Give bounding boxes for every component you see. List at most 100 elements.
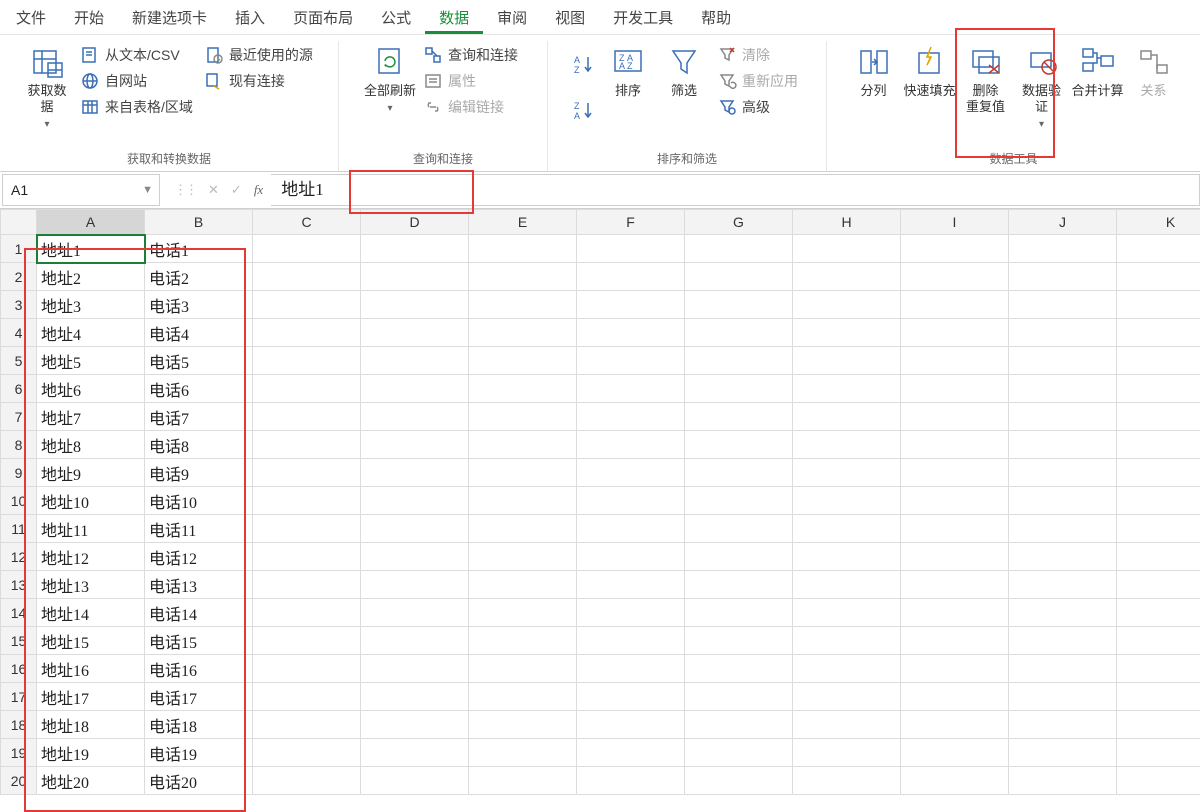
from-table-button[interactable]: 来自表格/区域 xyxy=(77,95,197,119)
cell[interactable]: 地址2 xyxy=(37,263,145,291)
cell[interactable]: 电话3 xyxy=(145,291,253,319)
cell[interactable] xyxy=(469,291,577,319)
cell[interactable] xyxy=(361,543,469,571)
cell[interactable] xyxy=(469,599,577,627)
menu-帮助[interactable]: 帮助 xyxy=(687,1,745,34)
row-header-16[interactable]: 16 xyxy=(1,655,37,683)
select-all-corner[interactable] xyxy=(1,210,37,235)
cell[interactable] xyxy=(361,571,469,599)
cell[interactable] xyxy=(685,403,793,431)
row-header-4[interactable]: 4 xyxy=(1,319,37,347)
cell[interactable] xyxy=(577,711,685,739)
cell[interactable] xyxy=(469,459,577,487)
get-data-button[interactable]: 获取数 据 ▾ xyxy=(19,41,75,137)
cell[interactable] xyxy=(577,543,685,571)
cell[interactable] xyxy=(685,375,793,403)
cell[interactable] xyxy=(469,711,577,739)
row-header-8[interactable]: 8 xyxy=(1,431,37,459)
cell[interactable] xyxy=(361,431,469,459)
col-header-H[interactable]: H xyxy=(793,210,901,235)
cell[interactable] xyxy=(253,235,361,263)
cell[interactable] xyxy=(901,319,1009,347)
cell[interactable] xyxy=(1117,515,1200,543)
existing-connections-button[interactable]: 现有连接 xyxy=(201,69,317,93)
cell[interactable] xyxy=(253,627,361,655)
cell[interactable] xyxy=(361,711,469,739)
refresh-all-button[interactable]: 全部刷新 ▾ xyxy=(362,41,418,121)
cell[interactable] xyxy=(469,655,577,683)
cell[interactable] xyxy=(1117,767,1200,795)
sort-asc-button[interactable]: AZ xyxy=(572,54,598,76)
row-header-2[interactable]: 2 xyxy=(1,263,37,291)
cell[interactable]: 地址19 xyxy=(37,739,145,767)
cell[interactable] xyxy=(685,711,793,739)
cell[interactable] xyxy=(577,375,685,403)
cell[interactable] xyxy=(901,739,1009,767)
cell[interactable] xyxy=(253,543,361,571)
cell[interactable]: 地址4 xyxy=(37,319,145,347)
cell[interactable] xyxy=(253,347,361,375)
cell[interactable] xyxy=(901,543,1009,571)
cell[interactable] xyxy=(685,319,793,347)
cell[interactable] xyxy=(253,683,361,711)
cell[interactable] xyxy=(1009,515,1117,543)
cell[interactable] xyxy=(793,403,901,431)
cell[interactable] xyxy=(577,319,685,347)
cell[interactable] xyxy=(793,571,901,599)
cell[interactable]: 地址10 xyxy=(37,487,145,515)
cell[interactable] xyxy=(1009,319,1117,347)
cell[interactable] xyxy=(793,235,901,263)
cell[interactable]: 电话11 xyxy=(145,515,253,543)
cell[interactable] xyxy=(1009,627,1117,655)
col-header-J[interactable]: J xyxy=(1009,210,1117,235)
cell[interactable] xyxy=(469,571,577,599)
cell[interactable] xyxy=(577,431,685,459)
cell[interactable] xyxy=(1117,543,1200,571)
cell[interactable]: 地址6 xyxy=(37,375,145,403)
cell[interactable] xyxy=(1009,375,1117,403)
cell[interactable] xyxy=(577,571,685,599)
menu-审阅[interactable]: 审阅 xyxy=(483,1,541,34)
cell[interactable] xyxy=(469,263,577,291)
relationships-button[interactable]: 关系 xyxy=(1126,41,1182,103)
cell[interactable] xyxy=(253,515,361,543)
cell[interactable] xyxy=(793,683,901,711)
cell[interactable] xyxy=(901,599,1009,627)
cell[interactable] xyxy=(901,291,1009,319)
filter-button[interactable]: 筛选 xyxy=(656,41,712,103)
cell[interactable] xyxy=(1117,459,1200,487)
cell[interactable] xyxy=(1117,571,1200,599)
cell[interactable] xyxy=(793,599,901,627)
cell[interactable] xyxy=(1009,347,1117,375)
cell[interactable] xyxy=(577,487,685,515)
cell[interactable] xyxy=(685,655,793,683)
cell[interactable] xyxy=(577,347,685,375)
cell[interactable] xyxy=(793,375,901,403)
cell[interactable] xyxy=(1009,543,1117,571)
spreadsheet-grid[interactable]: ABCDEFGHIJK 1地址1电话12地址2电话23地址3电话34地址4电话4… xyxy=(0,209,1200,812)
cell[interactable] xyxy=(1117,403,1200,431)
cell[interactable] xyxy=(1009,487,1117,515)
cell[interactable] xyxy=(577,655,685,683)
cell[interactable] xyxy=(577,263,685,291)
cell[interactable] xyxy=(901,627,1009,655)
cell[interactable] xyxy=(1117,711,1200,739)
cell[interactable] xyxy=(577,739,685,767)
cell[interactable]: 电话5 xyxy=(145,347,253,375)
cell[interactable]: 电话17 xyxy=(145,683,253,711)
cell[interactable] xyxy=(793,291,901,319)
cell[interactable] xyxy=(361,599,469,627)
cell[interactable] xyxy=(577,403,685,431)
row-header-15[interactable]: 15 xyxy=(1,627,37,655)
col-header-C[interactable]: C xyxy=(253,210,361,235)
from-text-csv-button[interactable]: 从文本/CSV xyxy=(77,43,197,67)
cell[interactable]: 电话6 xyxy=(145,375,253,403)
col-header-A[interactable]: A xyxy=(37,210,145,235)
cell[interactable] xyxy=(793,655,901,683)
cell[interactable] xyxy=(1117,487,1200,515)
cell[interactable]: 电话14 xyxy=(145,599,253,627)
cell[interactable]: 地址3 xyxy=(37,291,145,319)
menu-文件[interactable]: 文件 xyxy=(2,1,60,34)
cell[interactable]: 电话9 xyxy=(145,459,253,487)
cell[interactable] xyxy=(577,683,685,711)
